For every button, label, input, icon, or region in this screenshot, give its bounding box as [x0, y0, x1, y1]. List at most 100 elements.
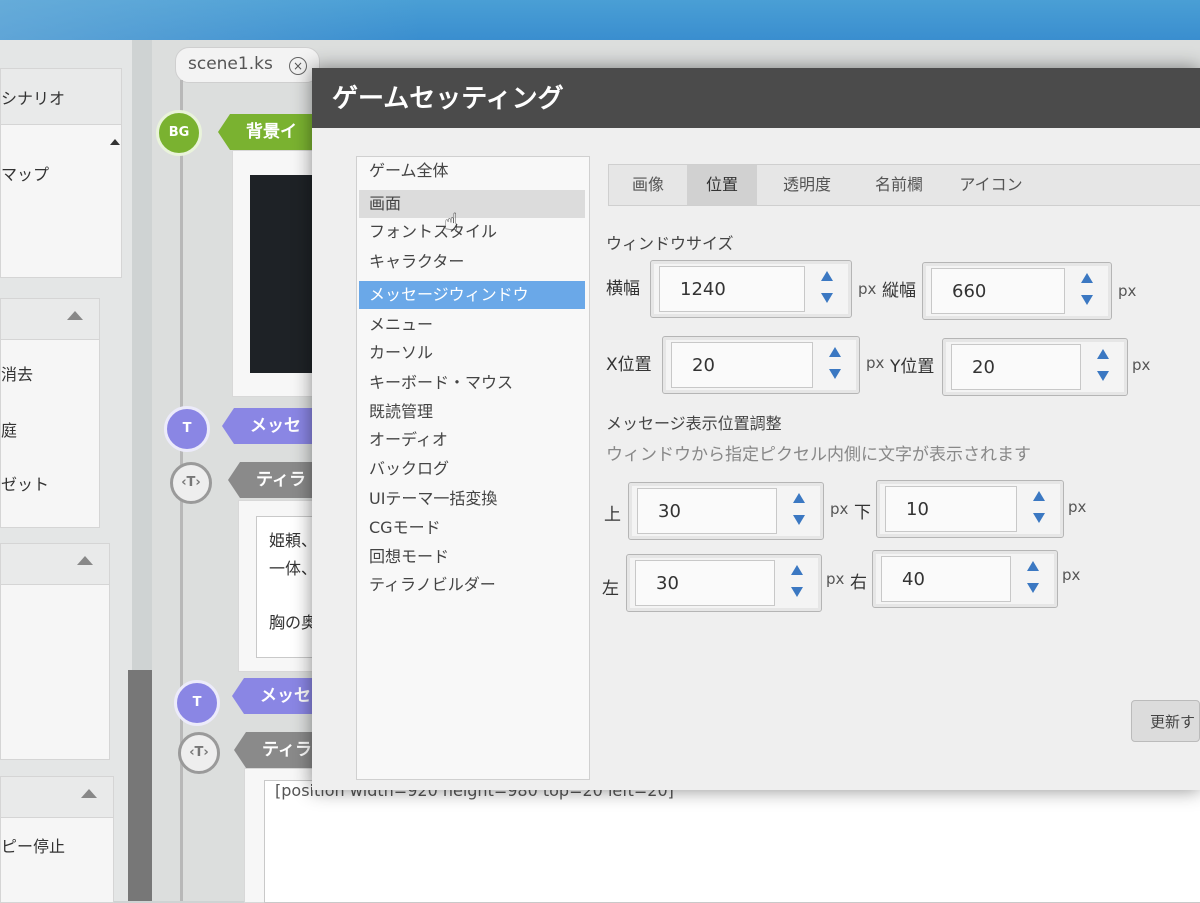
action-panel-3: ピー停止: [0, 776, 114, 903]
collapse-caret-icon[interactable]: [77, 556, 93, 565]
left-margin-label: 左: [602, 579, 619, 599]
y-position-unit: px: [1132, 356, 1151, 374]
top-margin-label: 上: [604, 505, 621, 525]
menu-item-screen[interactable]: 画面: [359, 190, 585, 218]
scenario-label: シナリオ: [1, 89, 66, 108]
right-margin-label: 右: [850, 573, 867, 593]
increment-arrow-icon[interactable]: [821, 271, 833, 281]
decrement-arrow-icon[interactable]: [821, 293, 833, 303]
decrement-arrow-icon[interactable]: [1097, 371, 1109, 381]
action-panel-2-head[interactable]: [1, 544, 109, 585]
menu-item-menu[interactable]: メニュー: [359, 311, 585, 339]
action-panel-1-head[interactable]: [1, 299, 99, 340]
left-margin-input[interactable]: 30: [635, 560, 775, 606]
width-input[interactable]: 1240: [659, 266, 805, 312]
y-position-input[interactable]: 20: [951, 344, 1081, 390]
height-spinner[interactable]: 660: [922, 262, 1112, 320]
bottom-margin-unit: px: [1068, 498, 1087, 516]
top-margin-value: 30: [658, 501, 681, 522]
menu-item-cg-mode[interactable]: CGモード: [359, 514, 585, 542]
collapse-caret-icon[interactable]: [81, 789, 97, 798]
text-node-icon[interactable]: ‹T›: [170, 462, 212, 504]
menu-item-font-style[interactable]: フォントスタイル: [359, 218, 585, 246]
left-margin-value: 30: [656, 573, 679, 594]
map-label[interactable]: マップ: [1, 161, 49, 185]
message-label-2: メッセ: [260, 686, 311, 706]
message-position-heading: メッセージ表示位置調整: [606, 414, 782, 433]
height-value: 660: [952, 281, 987, 302]
tab-icon[interactable]: アイコン: [941, 165, 1041, 205]
menu-item-keyboard-mouse[interactable]: キーボード・マウス: [359, 369, 585, 397]
bottom-margin-value: 10: [906, 499, 929, 520]
height-unit: px: [1118, 282, 1137, 300]
menu-item-message-window[interactable]: メッセージウィンドウ: [359, 281, 585, 309]
increment-arrow-icon[interactable]: [791, 565, 803, 575]
collapse-caret-icon[interactable]: [67, 311, 83, 320]
position-code-box[interactable]: [position width=920 height=980 top=20 le…: [264, 780, 1200, 903]
increment-arrow-icon[interactable]: [1027, 561, 1039, 571]
text-node-icon[interactable]: ‹T›: [178, 732, 220, 774]
menu-item-character[interactable]: キャラクター: [359, 248, 585, 276]
update-button[interactable]: 更新す: [1131, 700, 1200, 742]
increment-arrow-icon[interactable]: [793, 493, 805, 503]
width-spinner[interactable]: 1240: [650, 260, 852, 318]
height-input[interactable]: 660: [931, 268, 1065, 314]
message-node-icon[interactable]: T: [164, 406, 210, 452]
y-position-value: 20: [972, 357, 995, 378]
settings-menu: ゲーム全体 画面 フォントスタイル キャラクター メッセージウィンドウ メニュー…: [356, 156, 590, 780]
message-node-icon[interactable]: T: [174, 680, 220, 726]
bottom-margin-spinner[interactable]: 10: [876, 480, 1064, 538]
top-margin-spinner[interactable]: 30: [628, 482, 824, 540]
top-margin-input[interactable]: 30: [637, 488, 777, 534]
tab-opacity[interactable]: 透明度: [757, 165, 857, 205]
stop-label[interactable]: ピー停止: [1, 833, 65, 857]
decrement-arrow-icon[interactable]: [1033, 513, 1045, 523]
menu-item-cursor[interactable]: カーソル: [359, 339, 585, 367]
decrement-arrow-icon[interactable]: [1081, 295, 1093, 305]
decrement-arrow-icon[interactable]: [1027, 583, 1039, 593]
y-position-spinner[interactable]: 20: [942, 338, 1128, 396]
scroll-up-icon[interactable]: [110, 139, 120, 145]
increment-arrow-icon[interactable]: [829, 347, 841, 357]
increment-arrow-icon[interactable]: [1097, 349, 1109, 359]
menu-item-backlog[interactable]: バックログ: [359, 455, 585, 483]
menu-item-recollection-mode[interactable]: 回想モード: [359, 543, 585, 571]
scenario-panel-head[interactable]: シナリオ: [0, 68, 122, 126]
text-line-2: 一体、: [269, 559, 318, 578]
message-label: メッセ: [250, 416, 301, 436]
increment-arrow-icon[interactable]: [1033, 491, 1045, 501]
width-label: 横幅: [606, 279, 640, 299]
menu-item-tyrano-builder[interactable]: ティラノビルダー: [359, 571, 585, 599]
text-label-2: ティラ: [262, 740, 312, 760]
decrement-arrow-icon[interactable]: [793, 515, 805, 525]
menu-item-ui-theme[interactable]: UIテーマ一括変換: [359, 485, 585, 513]
menu-item-audio[interactable]: オーディオ: [359, 426, 585, 454]
x-position-spinner[interactable]: 20: [662, 336, 860, 394]
set-label[interactable]: ゼット: [1, 471, 49, 495]
item-label[interactable]: 庭: [1, 417, 17, 441]
menu-item-game-all[interactable]: ゲーム全体: [359, 157, 585, 185]
menu-item-read-management[interactable]: 既読管理: [359, 398, 585, 426]
left-margin-spinner[interactable]: 30: [626, 554, 822, 612]
tab-position[interactable]: 位置: [687, 165, 757, 205]
bottom-margin-input[interactable]: 10: [885, 486, 1017, 532]
dialog-title: ゲームセッティング: [312, 68, 1200, 128]
file-tab[interactable]: scene1.ks ×: [175, 47, 320, 83]
x-position-input[interactable]: 20: [671, 342, 813, 388]
top-bar-highlight: [0, 0, 420, 40]
tab-image[interactable]: 画像: [609, 165, 687, 205]
close-icon[interactable]: ×: [289, 57, 307, 75]
x-position-label: X位置: [606, 355, 652, 375]
image-node-icon[interactable]: BG: [156, 110, 202, 156]
bg-image-label: 背景イ: [246, 122, 297, 142]
file-tab-name: scene1.ks: [188, 54, 273, 74]
width-unit: px: [858, 280, 877, 298]
action-panel-3-head[interactable]: [1, 777, 113, 818]
right-margin-spinner[interactable]: 40: [872, 550, 1058, 608]
decrement-arrow-icon[interactable]: [791, 587, 803, 597]
increment-arrow-icon[interactable]: [1081, 273, 1093, 283]
right-margin-input[interactable]: 40: [881, 556, 1011, 602]
decrement-arrow-icon[interactable]: [829, 369, 841, 379]
delete-label[interactable]: 消去: [1, 361, 33, 385]
tab-name-field[interactable]: 名前欄: [857, 165, 941, 205]
